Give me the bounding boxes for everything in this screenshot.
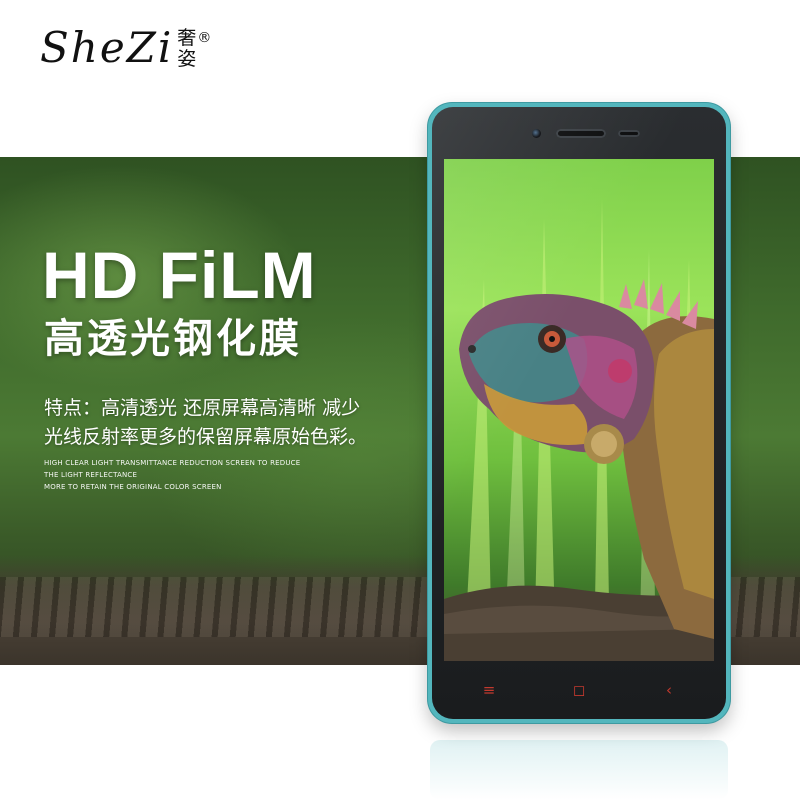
iguana-illustration: [444, 199, 714, 661]
phone-screen: [444, 159, 714, 661]
english-description: HIGH CLEAR LIGHT TRANSMITTANCE REDUCTION…: [44, 457, 300, 493]
feature-line-1: 特点：高清透光 还原屏幕高清晰 减少: [44, 397, 361, 419]
brand-cjk-bottom: 姿: [177, 48, 197, 70]
phone-front-panel: ≡ ◻ ‹: [432, 107, 726, 719]
english-line-2: THE LIGHT REFLECTANCE: [44, 471, 138, 479]
feature-line-2: 光线反射率更多的保留屏幕原始色彩。: [44, 426, 368, 448]
front-camera-icon: [532, 129, 541, 138]
brand-logo: SheZi 奢 姿 ®: [40, 18, 211, 88]
registered-mark: ®: [197, 30, 212, 46]
proximity-sensor: [618, 130, 640, 137]
brand-cjk-top: 奢: [177, 27, 197, 49]
brand-name-latin: SheZi: [40, 23, 174, 72]
english-line-1: HIGH CLEAR LIGHT TRANSMITTANCE REDUCTION…: [44, 459, 301, 467]
back-icon[interactable]: ‹: [649, 682, 689, 698]
headline: HD FiLM: [42, 238, 317, 312]
phone-reflection: [430, 740, 728, 800]
menu-icon[interactable]: ≡: [469, 682, 509, 698]
home-icon[interactable]: ◻: [559, 682, 599, 698]
earpiece-speaker: [556, 129, 606, 138]
feature-text: 特点：高清透光 还原屏幕高清晰 减少 光线反射率更多的保留屏幕原始色彩。: [44, 394, 424, 452]
phone-navigation-bar: ≡ ◻ ‹: [444, 675, 714, 705]
subtitle: 高透光钢化膜: [44, 316, 302, 362]
phone-mockup: ≡ ◻ ‹: [428, 103, 730, 723]
brand-name-cjk: 奢 姿: [177, 28, 196, 70]
english-line-3: MORE TO RETAIN THE ORIGINAL COLOR SCREEN: [44, 483, 222, 491]
